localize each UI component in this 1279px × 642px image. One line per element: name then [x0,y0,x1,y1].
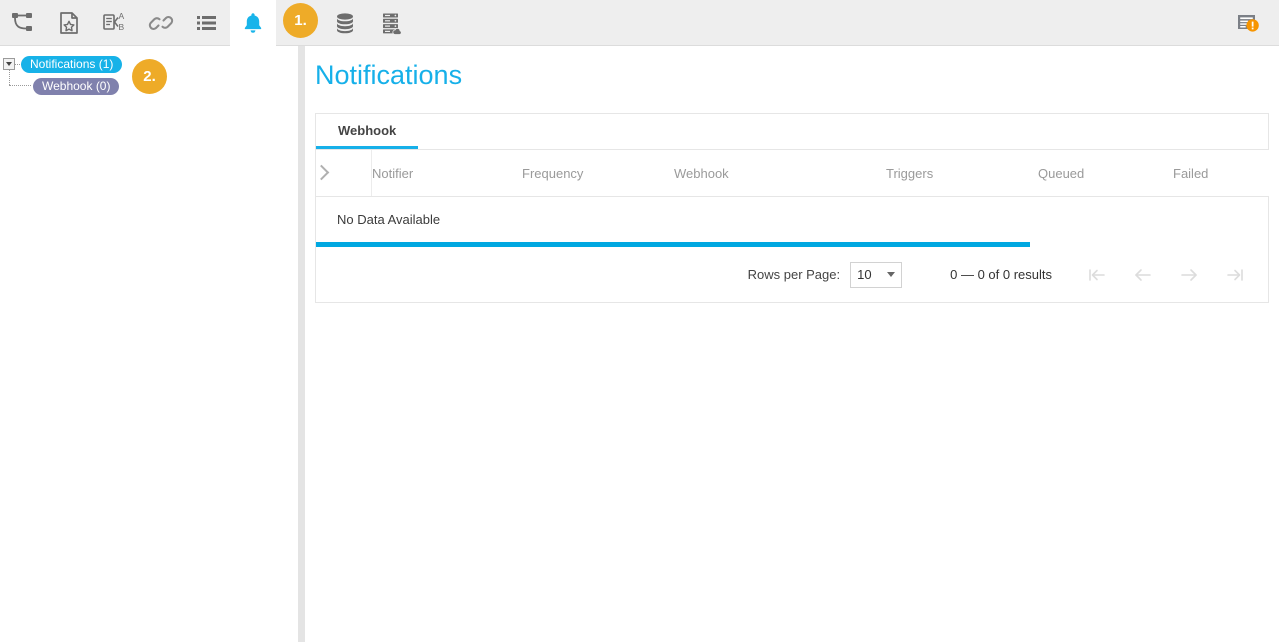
tree-item-notifications-label[interactable]: Notifications (1) [21,56,122,73]
toolbar-icon-group: A B [0,0,414,46]
link-icon [148,10,174,36]
notes-alert-icon [1234,10,1264,36]
sidebar-tree-panel: Notifications (1) Webhook (0) [0,46,298,642]
document-ab-icon: A B [101,10,129,36]
loading-progress-fill [316,242,1030,247]
first-page-icon [1086,266,1108,284]
column-header-failed[interactable]: Failed [1173,150,1269,197]
tab-webhook[interactable]: Webhook [316,114,418,149]
database-icon-button[interactable] [322,0,368,46]
expand-all-column-header[interactable] [316,150,372,197]
database-icon [332,10,358,36]
chevron-down-icon [887,272,895,277]
tab-bar: Webhook [316,114,1268,150]
rows-per-page-value: 10 [857,267,871,282]
chevron-down-icon [6,62,12,66]
rows-per-page-select[interactable]: 10 [850,262,902,288]
table-footer: Rows per Page: 10 0 — 0 of 0 results [316,247,1268,302]
column-header-queued[interactable]: Queued [1038,150,1173,197]
column-header-frequency[interactable]: Frequency [522,150,674,197]
column-header-triggers[interactable]: Triggers [886,150,1038,197]
next-page-icon [1178,266,1200,284]
first-page-button[interactable] [1074,258,1120,292]
last-page-icon [1224,266,1246,284]
list-icon [194,10,220,36]
previous-page-button[interactable] [1120,258,1166,292]
list-icon-button[interactable] [184,0,230,46]
bell-icon-button[interactable] [230,0,276,46]
tree-connector-vertical [9,70,10,85]
bell-icon [240,10,266,36]
previous-page-icon [1132,266,1154,284]
panel-resize-divider[interactable] [298,46,305,642]
top-toolbar: A B [0,0,1279,46]
loading-progress-bar [316,242,1268,247]
document-ab-icon-button[interactable]: A B [92,0,138,46]
svg-text:A: A [119,11,125,21]
document-star-icon-button[interactable] [46,0,92,46]
tree-connector-horizontal [9,85,31,86]
notifications-table: Notifier Frequency Webhook Triggers Queu… [316,150,1269,197]
table-header: Notifier Frequency Webhook Triggers Queu… [316,150,1269,197]
tree-item-webhook-label[interactable]: Webhook (0) [33,78,119,95]
svg-text:B: B [119,22,125,32]
column-header-webhook[interactable]: Webhook [674,150,886,197]
link-icon-button[interactable] [138,0,184,46]
topology-icon-button[interactable] [0,0,46,46]
pagination-controls [1074,258,1258,292]
step-badge-1: 1. [283,3,318,38]
main-content: Notifications Webhook Notifier Frequency… [305,46,1279,642]
last-page-button[interactable] [1212,258,1258,292]
step-badge-2: 2. [132,59,167,94]
empty-state-message: No Data Available [316,197,1268,242]
server-rack-icon [378,10,404,36]
page-title: Notifications [315,60,462,91]
application-window: A B [0,0,1279,642]
chevron-right-icon[interactable] [314,164,330,180]
notifications-card: Webhook Notifier Frequency Webhook Trigg… [315,113,1269,303]
table-header-row: Notifier Frequency Webhook Triggers Queu… [316,150,1269,197]
toolbar-right-group [1227,0,1271,46]
server-rack-icon-button[interactable] [368,0,414,46]
next-page-button[interactable] [1166,258,1212,292]
notes-alert-icon-button[interactable] [1227,0,1271,46]
column-header-notifier[interactable]: Notifier [372,150,523,197]
rows-per-page-label: Rows per Page: [748,267,841,282]
results-count-text: 0 — 0 of 0 results [950,267,1052,282]
tree-expand-toggle[interactable] [3,58,15,70]
document-star-icon [56,10,82,36]
topology-icon [10,10,36,36]
